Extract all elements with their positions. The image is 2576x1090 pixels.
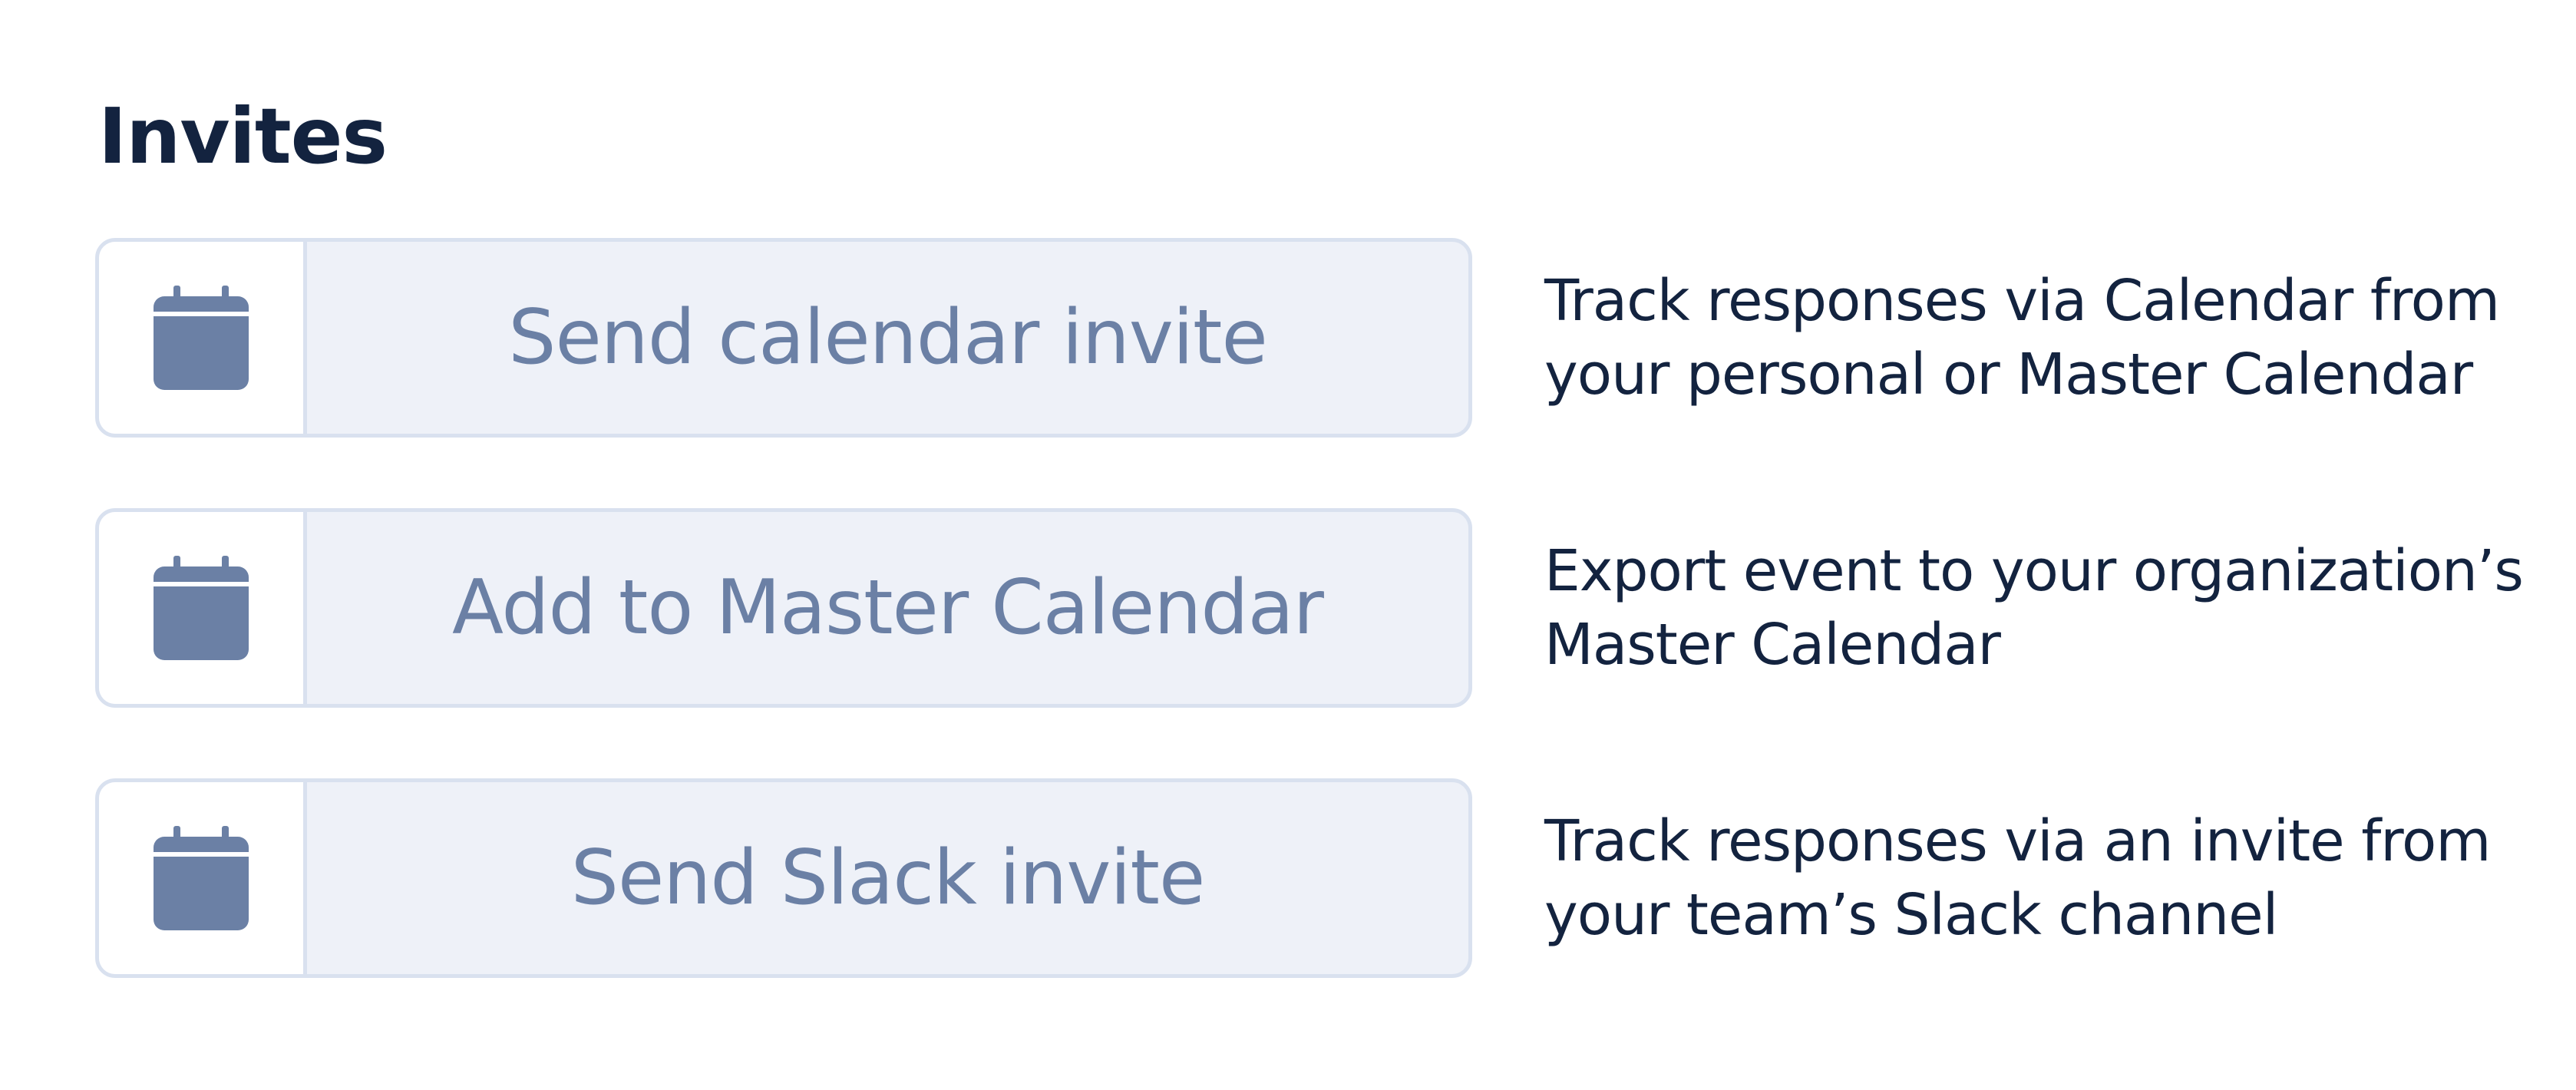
button-icon-cell (99, 782, 307, 974)
description-line: your team’s Slack channel (1544, 882, 2278, 948)
invite-option-master-calendar: Add to Master Calendar Export event to y… (95, 508, 2524, 708)
calendar-icon (154, 826, 249, 930)
button-label: Send calendar invite (508, 294, 1268, 382)
button-label: Send Slack invite (570, 834, 1206, 922)
send-slack-invite-button[interactable]: Send Slack invite (95, 778, 1472, 978)
description-line: your personal or Master Calendar (1544, 342, 2473, 408)
button-label: Add to Master Calendar (452, 564, 1324, 652)
invite-description: Track responses via Calendar from your p… (1544, 264, 2542, 411)
invite-description: Export event to your organization’s Mast… (1544, 534, 2542, 682)
description-line: Track responses via an invite from (1544, 808, 2491, 874)
invite-option-calendar: Send calendar invite Track responses via… (95, 238, 2500, 438)
button-icon-cell (99, 242, 307, 434)
add-to-master-calendar-button[interactable]: Add to Master Calendar (95, 508, 1472, 708)
send-calendar-invite-button[interactable]: Send calendar invite (95, 238, 1472, 438)
button-icon-cell (99, 512, 307, 704)
invite-option-slack: Send Slack invite Track responses via an… (95, 778, 2491, 978)
section-title: Invites (98, 91, 388, 181)
description-line: Export event to your organization’s (1544, 538, 2524, 604)
calendar-icon (154, 556, 249, 660)
calendar-icon (154, 286, 249, 390)
description-line: Master Calendar (1544, 612, 2001, 678)
description-line: Track responses via Calendar from (1544, 268, 2500, 334)
invite-description: Track responses via an invite from your … (1544, 804, 2542, 952)
